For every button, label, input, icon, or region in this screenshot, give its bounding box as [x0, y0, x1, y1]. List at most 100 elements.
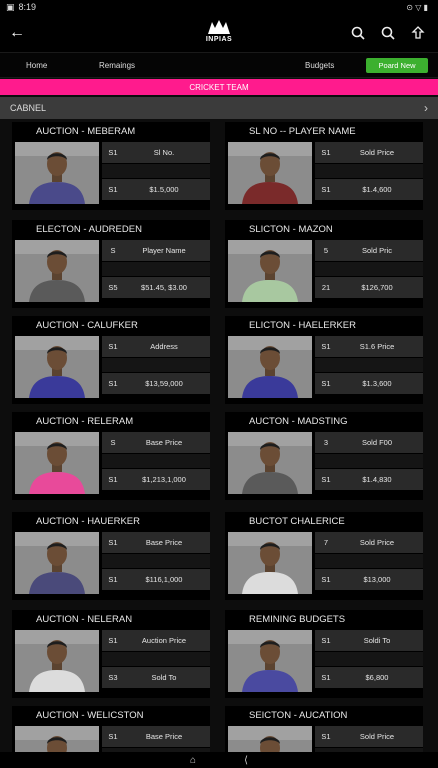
player-card[interactable]: SEICTON - AUCATION S1 Sold Price — [225, 706, 423, 752]
info-serial: S1 — [321, 379, 331, 388]
channel-label: CABNEL — [10, 103, 47, 113]
player-photo — [228, 630, 312, 692]
player-card[interactable]: SL NO -- PLAYER NAME S1 Sold Price S1 $1.4,6… — [225, 122, 423, 210]
info-value: Auction Price — [141, 636, 187, 645]
card-body: S1 S1.6 Price S1 $1.3,600 — [225, 336, 423, 398]
card-info: S1 Sold Price — [315, 726, 423, 752]
info-row: S5 $51.45, $3.00 — [102, 277, 210, 298]
card-title: AUCTON - MADSTING — [249, 416, 348, 427]
info-value: Sold Price — [359, 732, 395, 741]
info-row: S1 $1,213,1,000 — [102, 469, 210, 490]
player-photo — [15, 432, 99, 494]
card-body: 7 Sold Price S1 $13,000 — [225, 532, 423, 594]
player-photo — [228, 240, 312, 302]
player-photo — [228, 726, 312, 752]
card-title: REMINING BUDGETS — [249, 614, 346, 625]
player-photo — [15, 726, 99, 752]
card-body: S1 Sl No. S1 $1.5,000 — [12, 142, 210, 204]
info-serial: S1 — [321, 732, 331, 741]
info-serial: S1 — [321, 673, 331, 682]
info-value: Sold Price — [359, 148, 395, 157]
info-row — [315, 164, 423, 178]
card-body: S1 Sold Price S1 $1.4,600 — [225, 142, 423, 204]
info-value: Base Price — [145, 538, 183, 547]
info-value: $1.4,830 — [362, 475, 392, 484]
card-title: BUCTOT CHALERICE — [249, 516, 345, 527]
back-arrow-icon[interactable]: ← — [0, 24, 34, 42]
logo-text: INPIAS — [205, 36, 233, 43]
info-row — [315, 652, 423, 666]
card-body: S1 Base Price S1 $116,1,000 — [12, 532, 210, 594]
player-card[interactable]: AUCTION - CALUFKER S1 Address S1 $13,59,000 — [12, 316, 210, 404]
player-card[interactable]: BUCTOT CHALERICE 7 Sold Price S1 $13,000 — [225, 512, 423, 600]
info-value: Sold F00 — [361, 438, 393, 447]
info-serial: S1 — [108, 636, 118, 645]
player-card[interactable]: ELECTON - AUDREDEN S Player Name S5 $51.45, … — [12, 220, 210, 308]
info-serial: S1 — [108, 732, 118, 741]
player-card[interactable]: AUCTION - HAUERKER S1 Base Price S1 $116,1,0… — [12, 512, 210, 600]
info-row: S Player Name — [102, 240, 210, 261]
nav-remaining[interactable]: Remaings — [99, 61, 135, 70]
card-info: S1 Base Price — [102, 726, 210, 752]
chevron-right-icon: › — [424, 101, 428, 115]
info-value: $116,1,000 — [145, 575, 183, 584]
info-row: S1 Soldi To — [315, 630, 423, 651]
player-card[interactable]: REMINING BUDGETS S1 Soldi To S1 $6,800 — [225, 610, 423, 698]
player-card[interactable]: AUCTION - MEBERAM S1 Sl No. S1 $1.5,000 — [12, 122, 210, 210]
info-serial: 3 — [323, 438, 329, 447]
player-silhouette-icon — [15, 240, 99, 302]
info-row — [315, 454, 423, 468]
info-value: Address — [150, 342, 178, 351]
info-serial: S1 — [321, 185, 331, 194]
info-value: $1,213,1,000 — [142, 475, 186, 484]
player-photo — [228, 142, 312, 204]
info-value: Sold Pric — [361, 246, 392, 255]
info-row: S1 Sold Price — [315, 726, 423, 747]
info-row: S1 $13,59,000 — [102, 373, 210, 394]
info-value: $126,700 — [361, 283, 393, 292]
search-icon-2[interactable] — [380, 25, 396, 41]
app-bar: ← INPIAS — [0, 14, 438, 52]
player-photo — [15, 142, 99, 204]
player-card[interactable]: SLICTON - MAZON 5 Sold Pric 21 $126,700 — [225, 220, 423, 308]
info-serial: S1 — [321, 575, 331, 584]
back-icon[interactable]: ⟨ — [244, 755, 248, 766]
player-card[interactable]: AUCTION - NELERAN S1 Auction Price S3 Sold T… — [12, 610, 210, 698]
info-serial: S3 — [108, 673, 118, 682]
card-info: S1 Sold Price S1 $1.4,600 — [315, 142, 423, 204]
player-card[interactable]: AUCTION - WELICSTON S1 Base Price — [12, 706, 210, 752]
player-card[interactable]: AUCTON - MADSTING 3 Sold F00 S1 $1.4,830 — [225, 412, 423, 500]
info-serial: S1 — [108, 379, 118, 388]
nav-home[interactable]: Home — [26, 61, 47, 70]
card-body: S1 Base Price — [12, 726, 210, 752]
player-card[interactable]: AUCTION - RELERAM S Base Price S1 $1,213,1,0… — [12, 412, 210, 500]
info-serial: S — [110, 246, 116, 255]
info-serial: S1 — [108, 538, 118, 547]
info-row — [102, 164, 210, 178]
player-silhouette-icon — [15, 726, 99, 752]
card-info: 5 Sold Pric 21 $126,700 — [315, 240, 423, 302]
info-value: Sold Price — [359, 538, 395, 547]
info-row — [102, 358, 210, 372]
card-info: 3 Sold F00 S1 $1.4,830 — [315, 432, 423, 494]
share-icon[interactable] — [410, 25, 426, 41]
status-bar: ▣ 8:19 ⊙ ▽ ▮ — [0, 0, 438, 14]
player-card[interactable]: ELICTON - HAELERKER S1 S1.6 Price S1 $1.3,60… — [225, 316, 423, 404]
info-value: $51.45, $3.00 — [141, 283, 187, 292]
search-icon[interactable] — [350, 25, 366, 41]
info-row: S1 $13,000 — [315, 569, 423, 590]
status-indicators: ⊙ ▽ ▮ — [406, 2, 428, 12]
card-title: AUCTION - RELERAM — [36, 416, 134, 427]
player-silhouette-icon — [228, 432, 312, 494]
player-silhouette-icon — [228, 240, 312, 302]
info-value: Base Price — [145, 438, 183, 447]
info-serial: 21 — [321, 283, 331, 292]
new-button[interactable]: Poard New — [366, 58, 428, 73]
card-title: AUCTION - NELERAN — [36, 614, 133, 625]
channel-row[interactable]: CABNEL › — [0, 97, 438, 119]
nav-budgets[interactable]: Budgets — [305, 61, 334, 70]
info-row: S1 S1.6 Price — [315, 336, 423, 357]
info-serial: S — [110, 438, 116, 447]
card-info: S Base Price S1 $1,213,1,000 — [102, 432, 210, 494]
home-icon[interactable]: ⌂ — [190, 755, 196, 766]
